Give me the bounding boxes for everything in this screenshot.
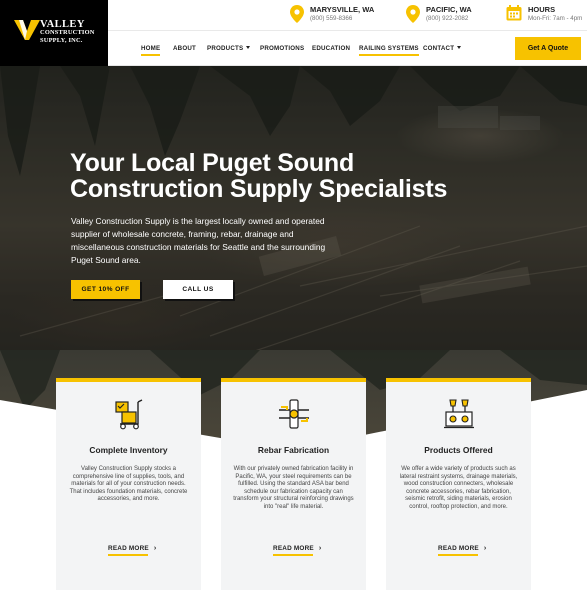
feature-card-inventory: Complete Inventory Valley Construction S…: [56, 378, 201, 590]
read-more-label: READ MORE: [108, 545, 149, 552]
concrete-products-icon: [444, 399, 474, 429]
hours-text: Mon-Fri: 7am - 4pm: [528, 15, 583, 22]
logo-line-1: VALLEY: [40, 19, 85, 30]
nav-home[interactable]: HOME: [141, 45, 161, 56]
card-description: We offer a wide variety of products such…: [399, 466, 518, 510]
read-more-link[interactable]: READ MORE ›: [108, 545, 157, 556]
logo-wordmark: VALLEY CONSTRUCTION SUPPLY, INC.: [40, 19, 95, 45]
read-more-link[interactable]: READ MORE ›: [273, 545, 322, 556]
nav-promotions[interactable]: PROMOTIONS: [260, 45, 304, 52]
card-title: Complete Inventory: [89, 445, 168, 455]
logo-line-3: SUPPLY, INC.: [40, 37, 83, 44]
chevron-down-icon: [246, 46, 251, 49]
map-pin-icon: [406, 5, 420, 23]
location-phone[interactable]: (800) 922-2082: [426, 15, 468, 22]
location-title: MARYSVILLE, WA: [310, 5, 375, 14]
hero-title: Your Local Puget Sound Construction Supp…: [70, 150, 490, 202]
nav-contact[interactable]: CONTACT: [423, 45, 462, 52]
location-title: PACIFIC, WA: [426, 5, 472, 14]
feature-card-rebar: Rebar Fabrication With our privately own…: [221, 378, 366, 590]
calendar-icon: [506, 5, 522, 21]
card-description: With our privately owned fabrication fac…: [233, 466, 354, 510]
nav-education[interactable]: EDUCATION: [312, 45, 350, 52]
card-description: Valley Construction Supply stocks a comp…: [69, 466, 188, 503]
hours-title: HOURS: [528, 5, 556, 14]
card-accent-bar: [386, 378, 531, 382]
nav-about[interactable]: ABOUT: [173, 45, 196, 52]
main-nav: HOME ABOUT PRODUCTS PROMOTIONS EDUCATION…: [0, 45, 587, 57]
nav-promotions-label: PROMOTIONS: [260, 45, 305, 52]
hero-overlay: [0, 66, 587, 356]
nav-home-label: HOME: [141, 45, 161, 52]
header-divider: [108, 30, 587, 31]
business-hours: HOURS Mon-Fri: 7am - 4pm: [506, 3, 586, 29]
read-more-label: READ MORE: [273, 545, 314, 552]
logo-v-mark-icon: [14, 20, 40, 40]
nav-about-label: ABOUT: [173, 45, 196, 52]
read-more-label: READ MORE: [438, 545, 479, 552]
nav-contact-label: CONTACT: [423, 45, 455, 52]
features-section: Complete Inventory Valley Construction S…: [0, 350, 587, 594]
location-marysville[interactable]: MARYSVILLE, WA (800) 559-8366: [290, 3, 390, 29]
rebar-bender-icon: [279, 399, 309, 429]
nav-railing-label: RAILING SYSTEMS: [359, 45, 419, 52]
map-pin-icon: [290, 5, 304, 23]
call-us-button[interactable]: CALL US: [163, 280, 233, 299]
nav-products-label: PRODUCTS: [207, 45, 244, 52]
card-title: Rebar Fabrication: [257, 445, 330, 455]
site-header: VALLEY CONSTRUCTION SUPPLY, INC. MARYSVI…: [0, 0, 587, 66]
hero-section: Your Local Puget Sound Construction Supp…: [0, 66, 587, 356]
card-accent-bar: [56, 378, 201, 382]
chevron-right-icon: ›: [483, 545, 487, 552]
hero-title-line-1: Your Local Puget Sound: [70, 149, 355, 177]
read-more-link[interactable]: READ MORE ›: [438, 545, 487, 556]
hand-truck-boxes-icon: [115, 399, 143, 430]
chevron-down-icon: [457, 46, 462, 49]
nav-education-label: EDUCATION: [312, 45, 351, 52]
get-quote-button[interactable]: Get A Quote: [515, 37, 581, 60]
get-discount-button[interactable]: GET 10% OFF: [71, 280, 140, 299]
chevron-right-icon: ›: [318, 545, 322, 552]
logo-line-2: CONSTRUCTION: [40, 29, 95, 36]
card-title: Products Offered: [424, 445, 493, 455]
location-pacific[interactable]: PACIFIC, WA (800) 922-2082: [406, 3, 496, 29]
location-phone[interactable]: (800) 559-8366: [310, 15, 352, 22]
card-accent-bar: [221, 378, 366, 382]
nav-products[interactable]: PRODUCTS: [207, 45, 251, 52]
hero-description: Valley Construction Supply is the larges…: [71, 216, 326, 265]
chevron-right-icon: ›: [153, 545, 157, 552]
nav-railing-systems[interactable]: RAILING SYSTEMS: [359, 45, 419, 56]
hero-title-line-2: Construction Supply Specialists: [70, 175, 448, 203]
feature-card-products: Products Offered We offer a wide variety…: [386, 378, 531, 590]
